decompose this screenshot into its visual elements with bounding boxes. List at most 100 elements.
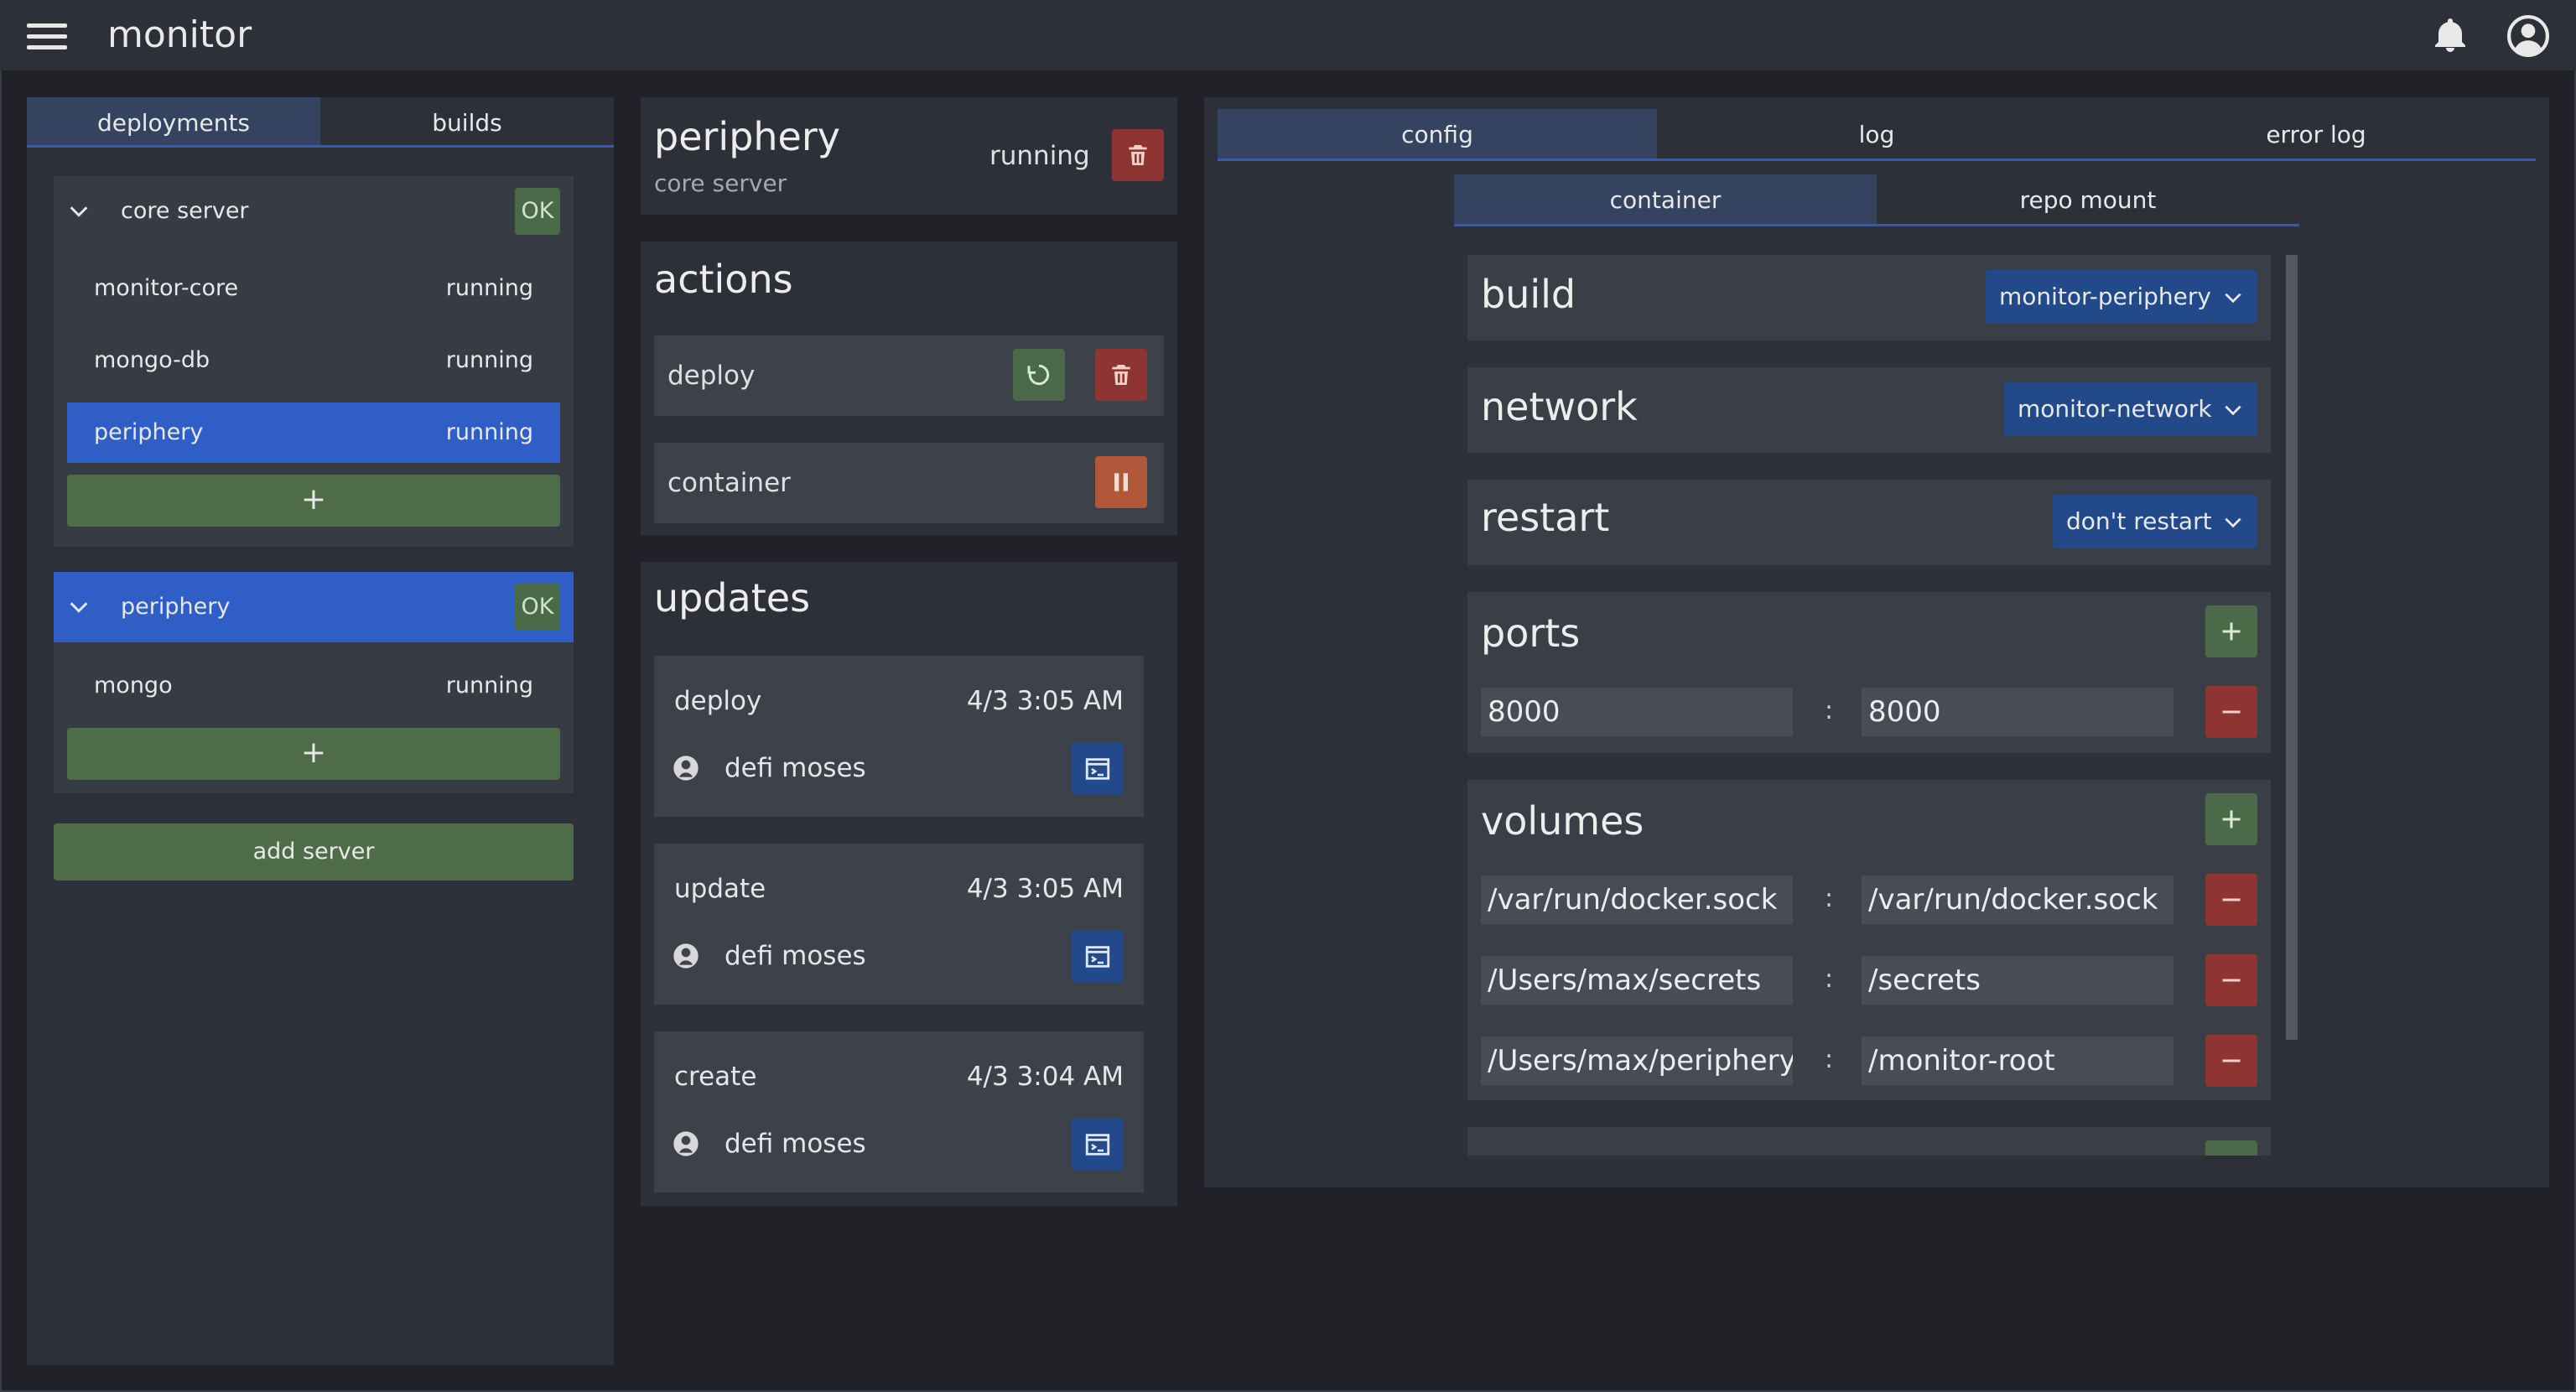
updates-title: updates bbox=[654, 575, 811, 621]
tab-config[interactable]: config bbox=[1218, 109, 1657, 158]
deployment-name: mongo-db bbox=[94, 347, 210, 373]
add-deployment-button[interactable]: + bbox=[67, 728, 560, 780]
tab-error-log[interactable]: error log bbox=[2096, 109, 2536, 158]
deployment-status: running bbox=[445, 419, 533, 445]
bell-icon[interactable] bbox=[2430, 15, 2470, 55]
add-item-button[interactable] bbox=[2205, 1140, 2257, 1156]
port-host-input[interactable]: 8000 bbox=[1481, 688, 1793, 736]
volume-container-input[interactable]: /secrets bbox=[1862, 956, 2174, 1005]
tab-deployments[interactable]: deployments bbox=[27, 97, 320, 145]
volume-host-input[interactable]: /var/run/docker.sock bbox=[1481, 875, 1793, 924]
trash-icon bbox=[1129, 145, 1147, 165]
sidebar-tabs: deployments builds bbox=[27, 97, 614, 148]
update-time: 4/3 3:04 AM bbox=[966, 1062, 1124, 1092]
remove-volume-button[interactable] bbox=[2205, 874, 2257, 926]
deployment-item-periphery[interactable]: periphery running bbox=[67, 403, 560, 463]
deployment-item-monitor-core[interactable]: monitor-core running bbox=[67, 258, 560, 319]
delete-deployment-button[interactable] bbox=[1112, 129, 1164, 181]
port-container-input[interactable]: 8000 bbox=[1862, 688, 2174, 736]
server-card-periphery: periphery OK mongo running + bbox=[54, 572, 574, 793]
server-name: core server bbox=[121, 198, 249, 224]
actions-panel: actions deploy container bbox=[641, 242, 1177, 535]
view-update-log-button[interactable] bbox=[1072, 931, 1124, 983]
minus-icon bbox=[2222, 710, 2241, 714]
network-section: network monitor-network bbox=[1467, 367, 2271, 453]
terminal-icon bbox=[1085, 758, 1110, 780]
chevron-down-icon bbox=[70, 602, 88, 613]
add-server-button[interactable]: add server bbox=[54, 823, 574, 880]
server-header[interactable]: core server OK bbox=[54, 176, 574, 247]
deployment-header: periphery core server running bbox=[641, 97, 1177, 215]
network-select-value: monitor-network bbox=[2018, 395, 2212, 423]
sidebar: deployments builds core server OK monito… bbox=[27, 97, 614, 1365]
update-user: defi moses bbox=[724, 753, 866, 783]
volume-host-input[interactable]: /Users/max/periphery bbox=[1481, 1036, 1793, 1085]
terminal-icon bbox=[1085, 1134, 1110, 1156]
user-circle-icon bbox=[673, 943, 699, 969]
update-item: update 4/3 3:05 AM defi moses bbox=[654, 844, 1144, 1005]
volumes-section: volumes /var/run/docker.sock : /var/run/… bbox=[1467, 780, 2271, 1100]
network-select[interactable]: monitor-network bbox=[2004, 382, 2257, 436]
view-update-log-button[interactable] bbox=[1072, 1119, 1124, 1171]
deployment-status: running bbox=[989, 141, 1090, 171]
config-scrollbar[interactable] bbox=[2286, 255, 2298, 1040]
plus-icon bbox=[2222, 622, 2241, 641]
update-operation: deploy bbox=[674, 686, 762, 716]
deployment-status: running bbox=[445, 673, 533, 699]
add-port-button[interactable] bbox=[2205, 605, 2257, 657]
build-select[interactable]: monitor-periphery bbox=[1986, 270, 2257, 324]
config-subtabs: container repo mount bbox=[1454, 174, 2299, 226]
tab-repo-mount[interactable]: repo mount bbox=[1877, 174, 2299, 224]
chevron-down-icon bbox=[70, 206, 88, 217]
deployment-item-mongo-db[interactable]: mongo-db running bbox=[67, 330, 560, 391]
volume-host-input[interactable]: /Users/max/secrets bbox=[1481, 956, 1793, 1005]
deployment-status: running bbox=[445, 347, 533, 373]
minus-icon bbox=[2222, 1059, 2241, 1062]
view-update-log-button[interactable] bbox=[1072, 743, 1124, 795]
volume-container-input[interactable]: /monitor-root bbox=[1862, 1036, 2174, 1085]
server-header[interactable]: periphery OK bbox=[54, 572, 574, 642]
restart-section: restart don't restart bbox=[1467, 480, 2271, 565]
action-label: container bbox=[667, 468, 791, 498]
updates-panel: updates deploy 4/3 3:05 AM defi moses up… bbox=[641, 562, 1177, 1206]
tab-container[interactable]: container bbox=[1454, 174, 1877, 224]
redeploy-button[interactable] bbox=[1013, 349, 1065, 401]
volume-separator: : bbox=[1825, 964, 1834, 994]
volume-separator: : bbox=[1825, 1045, 1834, 1074]
status-badge: OK bbox=[515, 188, 560, 235]
action-row-container: container bbox=[654, 443, 1164, 523]
user-circle-icon bbox=[673, 756, 699, 781]
add-volume-button[interactable] bbox=[2205, 793, 2257, 845]
build-section: build monitor-periphery bbox=[1467, 255, 2271, 340]
remove-volume-button[interactable] bbox=[2205, 1035, 2257, 1087]
user-icon[interactable] bbox=[2507, 15, 2549, 57]
update-item: deploy 4/3 3:05 AM defi moses bbox=[654, 656, 1144, 817]
remove-container-button[interactable] bbox=[1095, 349, 1147, 401]
plus-icon bbox=[2222, 810, 2241, 828]
remove-port-button[interactable] bbox=[2205, 686, 2257, 738]
add-deployment-button[interactable]: + bbox=[67, 475, 560, 527]
deployment-name: periphery bbox=[94, 419, 204, 445]
section-title: build bbox=[1481, 272, 1576, 317]
tab-builds[interactable]: builds bbox=[320, 97, 614, 145]
deployment-item-mongo[interactable]: mongo running bbox=[67, 656, 560, 716]
update-item: create 4/3 3:04 AM defi moses bbox=[654, 1031, 1144, 1192]
app-title: monitor bbox=[107, 13, 252, 56]
section-title: network bbox=[1481, 384, 1638, 429]
update-operation: update bbox=[674, 874, 766, 904]
terminal-icon bbox=[1085, 946, 1110, 968]
action-label: deploy bbox=[667, 361, 756, 391]
deployment-server: core server bbox=[654, 169, 787, 197]
update-time: 4/3 3:05 AM bbox=[966, 686, 1124, 716]
restart-select[interactable]: don't restart bbox=[2053, 495, 2257, 548]
restart-select-value: don't restart bbox=[2066, 507, 2212, 535]
remove-volume-button[interactable] bbox=[2205, 954, 2257, 1006]
pause-container-button[interactable] bbox=[1095, 456, 1147, 508]
section-title: restart bbox=[1481, 495, 1610, 540]
build-select-value: monitor-periphery bbox=[1999, 283, 2211, 310]
menu-icon[interactable] bbox=[27, 23, 67, 50]
action-row-deploy: deploy bbox=[654, 335, 1164, 416]
tab-log[interactable]: log bbox=[1657, 109, 2096, 158]
update-user: defi moses bbox=[724, 1129, 866, 1159]
volume-container-input[interactable]: /var/run/docker.sock bbox=[1862, 875, 2174, 924]
